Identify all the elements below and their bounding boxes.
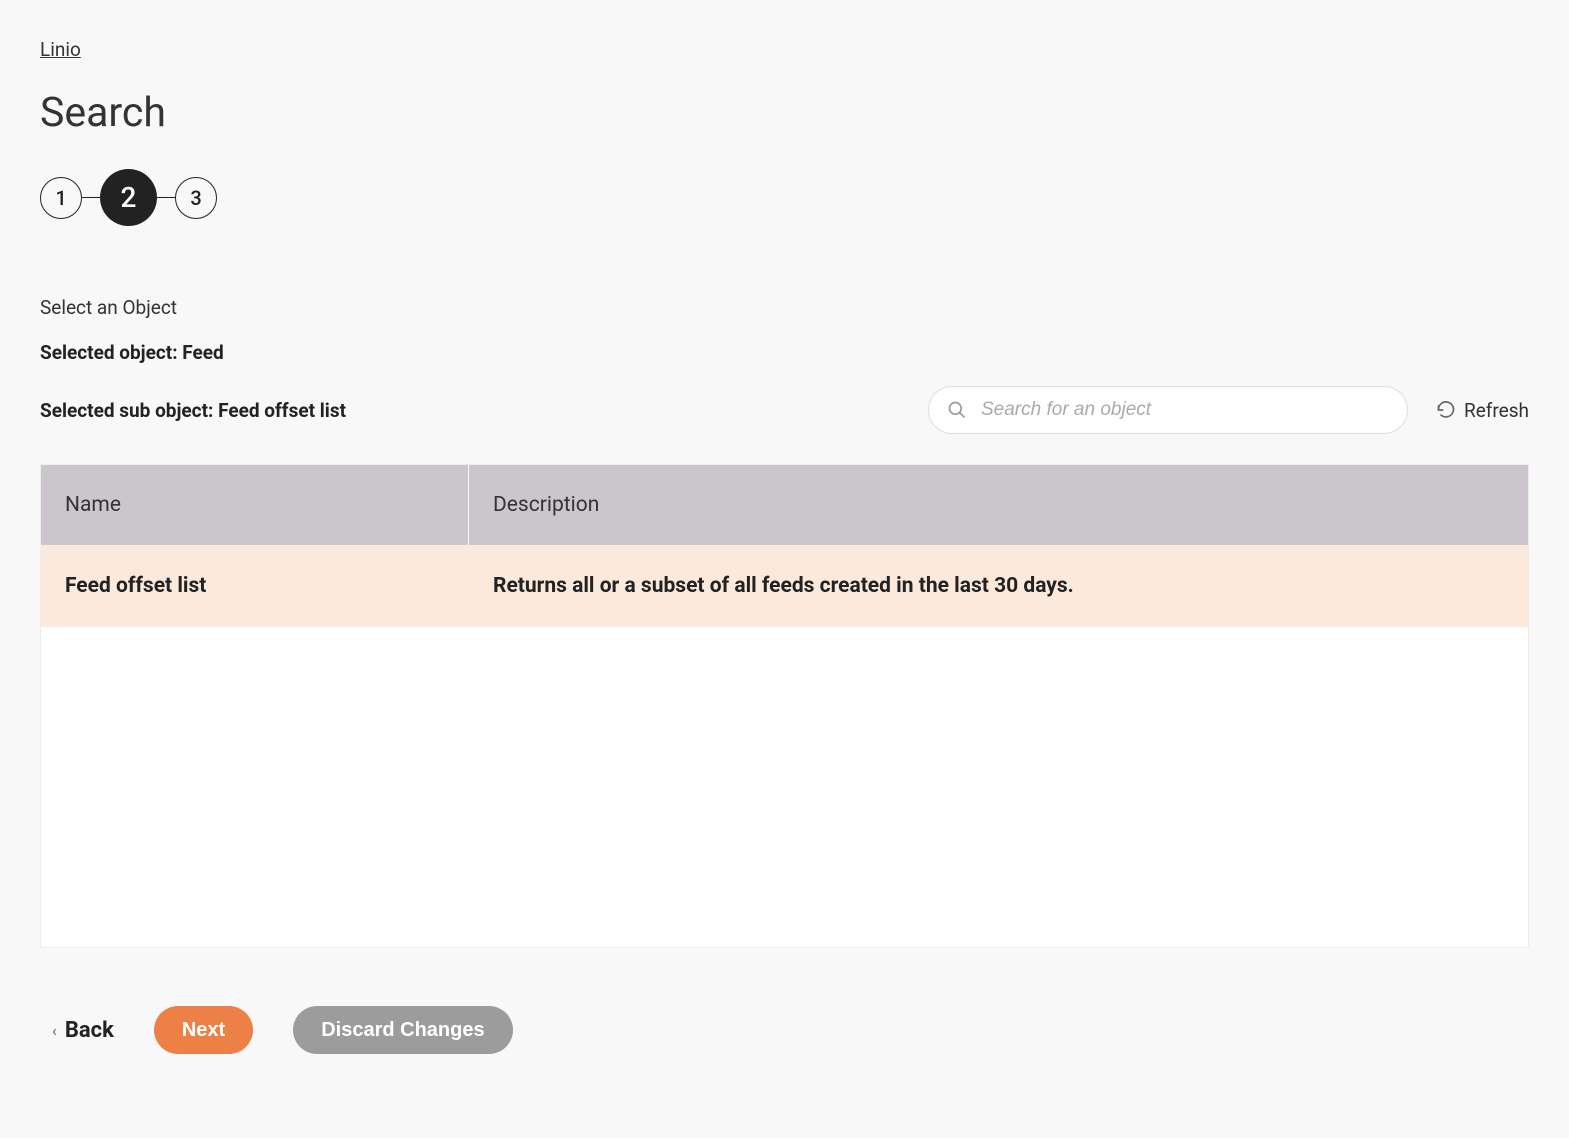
next-button[interactable]: Next xyxy=(154,1006,253,1054)
column-header-name[interactable]: Name xyxy=(41,465,469,545)
chevron-left-icon: ‹ xyxy=(52,1021,57,1040)
action-bar: ‹ Back Next Discard Changes xyxy=(40,1006,1529,1054)
search-input[interactable] xyxy=(981,399,1389,421)
cell-description: Returns all or a subset of all feeds cre… xyxy=(469,574,1528,598)
selected-object-value: Feed xyxy=(182,341,223,364)
object-table: Name Description Feed offset list Return… xyxy=(40,464,1529,948)
cell-name: Feed offset list xyxy=(41,574,469,598)
search-box[interactable] xyxy=(928,386,1408,434)
step-connector xyxy=(157,197,175,199)
search-icon xyxy=(947,400,967,420)
page-title: Search xyxy=(40,89,1529,137)
sub-object-row: Selected sub object: Feed offset list Re… xyxy=(40,386,1529,434)
step-1[interactable]: 1 xyxy=(40,177,82,219)
refresh-label: Refresh xyxy=(1464,399,1529,422)
section-label: Select an Object xyxy=(40,296,1529,319)
selected-sub-object-value: Feed offset list xyxy=(218,399,346,422)
table-empty-space xyxy=(41,627,1528,947)
step-3[interactable]: 3 xyxy=(175,177,217,219)
step-connector xyxy=(82,197,100,199)
table-row[interactable]: Feed offset list Returns all or a subset… xyxy=(41,545,1528,627)
selected-object: Selected object: Feed xyxy=(40,341,1529,364)
stepper: 1 2 3 xyxy=(40,169,1529,226)
breadcrumb-link[interactable]: Linio xyxy=(40,38,81,61)
refresh-button[interactable]: Refresh xyxy=(1436,399,1529,422)
back-button[interactable]: ‹ Back xyxy=(52,1018,114,1043)
table-header: Name Description xyxy=(41,465,1528,545)
refresh-icon xyxy=(1436,400,1456,420)
column-header-description[interactable]: Description xyxy=(469,493,1528,517)
selected-sub-object-prefix: Selected sub object: xyxy=(40,399,218,422)
selected-object-prefix: Selected object: xyxy=(40,341,182,364)
discard-changes-button[interactable]: Discard Changes xyxy=(293,1006,512,1054)
back-label: Back xyxy=(65,1018,114,1043)
step-2[interactable]: 2 xyxy=(100,169,157,226)
search-refresh-group: Refresh xyxy=(928,386,1529,434)
selected-sub-object: Selected sub object: Feed offset list xyxy=(40,399,346,422)
